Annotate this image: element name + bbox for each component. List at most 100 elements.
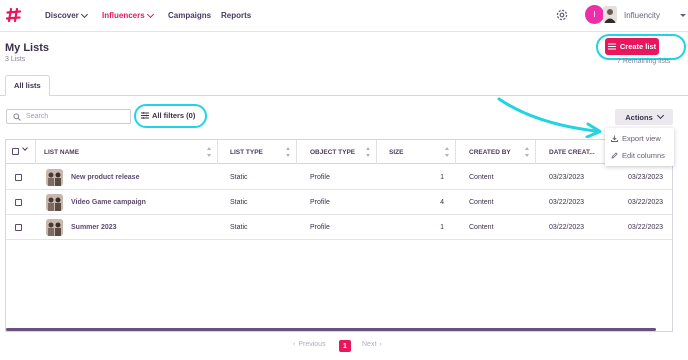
search-icon <box>13 112 21 121</box>
lists-table: LIST NAME LIST TYPE OBJECT TYPE SIZE CRE… <box>5 139 673 332</box>
column-date-created: DATE CREAT... <box>549 148 595 156</box>
object-type: Profile <box>310 224 330 231</box>
chevron-down-icon <box>80 10 88 18</box>
chevron-right-icon: › <box>379 341 382 348</box>
all-filters-label: All filters (0) <box>152 111 196 120</box>
created-by: Content <box>469 174 494 181</box>
row-checkbox[interactable] <box>15 174 22 181</box>
actions-label: Actions <box>625 112 653 122</box>
edit-columns-label: Edit columns <box>622 151 665 160</box>
created-by: Content <box>469 224 494 231</box>
created-by: Content <box>469 199 494 206</box>
next-page-button[interactable]: Next › <box>362 341 382 348</box>
select-all-header[interactable] <box>6 140 36 164</box>
nav-reports[interactable]: Reports <box>221 11 251 20</box>
export-view-label: Export view <box>622 134 661 143</box>
nav-campaigns-label: Campaigns <box>168 11 212 20</box>
date-extra: 03/23/2023 <box>628 174 664 181</box>
list-thumbnail <box>46 194 63 211</box>
date-extra: 03/22/2023 <box>628 199 664 206</box>
list-name[interactable]: Video Game campaign <box>71 190 146 215</box>
create-list-button[interactable]: Create list <box>605 38 659 55</box>
horizontal-scrollbar[interactable] <box>6 328 656 331</box>
row-checkbox[interactable] <box>15 224 22 231</box>
object-type: Profile <box>310 174 330 181</box>
chevron-left-icon: ‹ <box>293 341 296 348</box>
top-nav: Discover Influencers Campaigns Reports I… <box>0 0 688 32</box>
create-list-label: Create list <box>619 42 657 51</box>
caret-down-icon[interactable] <box>680 14 686 17</box>
table-row[interactable]: New product release Static Profile 1 Con… <box>6 165 672 190</box>
column-header[interactable]: SIZE <box>383 140 456 164</box>
column-header[interactable]: CREATED BY <box>463 140 536 164</box>
list-type: Static <box>230 199 248 206</box>
actions-button[interactable]: Actions <box>615 109 673 125</box>
sort-icon[interactable] <box>445 147 450 157</box>
column-created-by: CREATED BY <box>469 148 511 156</box>
date-created: 03/23/2023 <box>549 174 585 181</box>
gear-icon[interactable] <box>555 8 569 22</box>
download-icon <box>611 135 618 142</box>
sort-icon[interactable] <box>366 147 371 157</box>
list-type: Static <box>230 224 248 231</box>
date-created: 03/22/2023 <box>549 224 585 231</box>
table-header: LIST NAME LIST TYPE OBJECT TYPE SIZE CRE… <box>6 140 672 164</box>
list-type: Static <box>230 174 248 181</box>
list-name[interactable]: New product release <box>71 165 139 190</box>
menu-item-edit-columns[interactable]: Edit columns <box>611 151 665 160</box>
nav-reports-label: Reports <box>221 11 252 20</box>
column-list-type: LIST TYPE <box>230 148 263 156</box>
nav-campaigns[interactable]: Campaigns <box>168 11 211 20</box>
date-created: 03/22/2023 <box>549 199 585 206</box>
next-label: Next <box>362 341 377 348</box>
search-input[interactable]: Search <box>6 109 131 124</box>
column-header[interactable]: OBJECT TYPE <box>304 140 377 164</box>
list-size: 4 <box>440 199 444 206</box>
object-type: Profile <box>310 199 330 206</box>
list-count: 3 Lists <box>5 56 26 63</box>
remaining-lists: 7 Remaining lists <box>617 58 671 65</box>
chevron-down-icon[interactable] <box>22 145 28 151</box>
sort-icon[interactable] <box>286 147 291 157</box>
page-number-current[interactable]: 1 <box>339 340 351 352</box>
list-name[interactable]: Summer 2023 <box>71 215 117 240</box>
annotation-arrow-icon <box>497 97 602 138</box>
chevron-down-icon <box>146 10 154 18</box>
column-object-type: OBJECT TYPE <box>310 148 356 156</box>
pencil-icon <box>611 152 618 159</box>
column-header[interactable]: LIST NAME <box>38 140 218 164</box>
page-title: My Lists <box>5 42 50 54</box>
table-row[interactable]: Summer 2023 Static Profile 1 Content 03/… <box>6 215 672 240</box>
date-extra: 03/22/2023 <box>628 224 664 231</box>
user-photo[interactable] <box>603 6 617 23</box>
list-icon <box>607 43 616 50</box>
filter-icon <box>141 112 149 119</box>
app-root: Discover Influencers Campaigns Reports I… <box>0 0 688 360</box>
chevron-down-icon <box>656 111 664 120</box>
menu-item-export-view[interactable]: Export view <box>611 134 661 143</box>
tab-all-lists[interactable]: All lists <box>5 75 50 96</box>
sort-icon[interactable] <box>525 147 530 157</box>
list-size: 1 <box>440 224 444 231</box>
nav-discover-label: Discover <box>45 11 79 20</box>
avatar[interactable]: I <box>585 5 604 24</box>
nav-discover[interactable]: Discover <box>45 10 88 20</box>
select-all-checkbox[interactable] <box>12 148 19 155</box>
all-filters-button[interactable]: All filters (0) <box>141 111 195 120</box>
column-list-name: LIST NAME <box>44 148 80 156</box>
hashtag-logo-icon[interactable] <box>6 7 22 23</box>
table-row[interactable]: Video Game campaign Static Profile 4 Con… <box>6 190 672 215</box>
sort-icon[interactable] <box>207 147 212 157</box>
previous-page-button[interactable]: ‹ Previous <box>293 341 326 348</box>
nav-influencers[interactable]: Influencers <box>102 10 154 20</box>
actions-menu: Export view Edit columns <box>605 128 674 166</box>
search-placeholder: Search <box>26 113 49 120</box>
org-name[interactable]: Influencity <box>624 11 660 20</box>
list-thumbnail <box>46 169 63 186</box>
list-thumbnail <box>46 219 63 236</box>
list-size: 1 <box>440 174 444 181</box>
column-header[interactable]: LIST TYPE <box>224 140 297 164</box>
previous-label: Previous <box>298 341 326 348</box>
row-checkbox[interactable] <box>15 199 22 206</box>
nav-influencers-label: Influencers <box>102 11 145 20</box>
